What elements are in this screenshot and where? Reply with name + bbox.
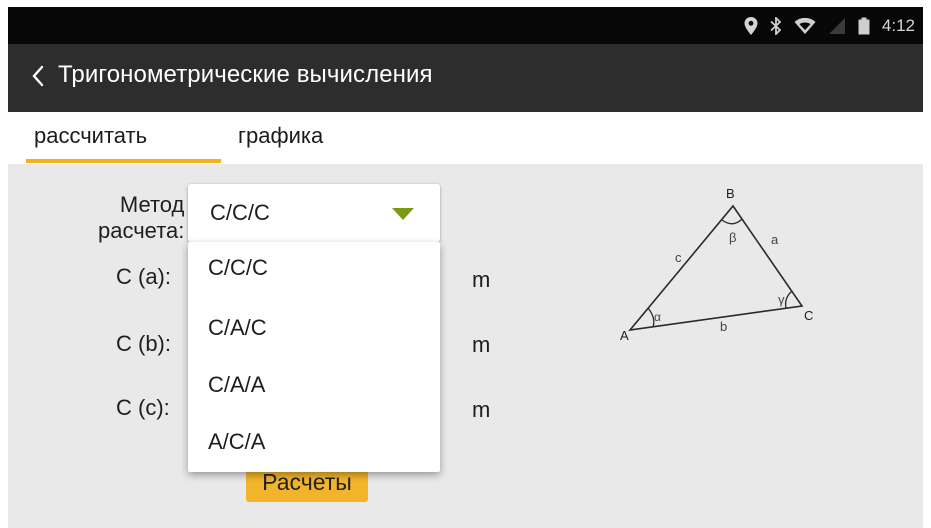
- method-option-sss[interactable]: С/С/С: [188, 242, 440, 298]
- side-c-diagram-label: c: [675, 250, 682, 265]
- screen-frame-left: [0, 0, 8, 528]
- method-label: Метод расчета:: [98, 192, 184, 244]
- method-dropdown-list: С/С/С С/А/С С/А/А А/С/А: [188, 242, 440, 472]
- tab-bar: рассчитать графика: [8, 112, 923, 164]
- bluetooth-icon: [770, 16, 782, 35]
- clock: 4:12: [881, 15, 915, 35]
- page-title: Тригонометрические вычисления: [58, 61, 433, 88]
- side-c-unit: m: [472, 397, 491, 422]
- angle-beta-label: β: [729, 230, 736, 245]
- method-option-asa[interactable]: А/С/А: [188, 416, 440, 472]
- option-label: С/А/С: [208, 315, 267, 340]
- back-button[interactable]: [18, 58, 58, 98]
- side-b-diagram-label: b: [720, 319, 727, 334]
- option-label: С/А/А: [208, 372, 266, 397]
- tab-calculate[interactable]: рассчитать: [34, 123, 147, 149]
- option-label: С/С/С: [208, 255, 268, 280]
- angle-beta-arc: [721, 218, 743, 225]
- status-bar: 4:12: [8, 7, 923, 44]
- angle-gamma-label: γ: [778, 292, 785, 307]
- tab-graphics[interactable]: графика: [238, 123, 323, 149]
- method-select-value: С/С/С: [210, 200, 270, 225]
- method-select[interactable]: С/С/С: [188, 184, 440, 242]
- vertex-b-label: B: [726, 186, 735, 201]
- side-a-label: С (a):: [116, 264, 171, 289]
- option-label: А/С/А: [208, 429, 266, 454]
- status-icons: 4:12: [744, 7, 915, 44]
- method-option-saa[interactable]: С/А/А: [188, 359, 440, 415]
- method-label-line2: расчета:: [98, 218, 185, 243]
- active-tab-indicator: [26, 159, 221, 163]
- side-a-diagram-label: a: [771, 232, 779, 247]
- wifi-icon: [794, 17, 816, 35]
- method-option-sas[interactable]: С/А/С: [188, 302, 440, 358]
- triangle-diagram: A B C a b c α β γ: [620, 186, 813, 340]
- screen-frame-right: [923, 0, 931, 528]
- vertex-c-label: C: [804, 308, 813, 323]
- angle-alpha-label: α: [654, 310, 661, 324]
- side-c-label: С (c):: [116, 395, 170, 420]
- location-icon: [744, 16, 758, 35]
- method-label-line1: Метод: [119, 192, 185, 217]
- battery-icon: [858, 17, 870, 35]
- calculation-form: Метод расчета: С (a): С (b): С (c): m m …: [8, 164, 923, 528]
- angle-alpha-arc: [647, 307, 655, 328]
- back-chevron-icon: [31, 65, 45, 92]
- side-a-unit: m: [472, 267, 491, 292]
- signal-icon: [828, 17, 846, 35]
- side-b-unit: m: [472, 332, 491, 357]
- vertex-a-label: A: [620, 328, 629, 340]
- app-bar: Тригонометрические вычисления: [8, 44, 923, 112]
- side-b-label: С (b):: [116, 331, 171, 356]
- dropdown-triangle-icon: [392, 207, 414, 225]
- angle-gamma-arc: [784, 290, 793, 309]
- screen-frame-top: [0, 0, 931, 7]
